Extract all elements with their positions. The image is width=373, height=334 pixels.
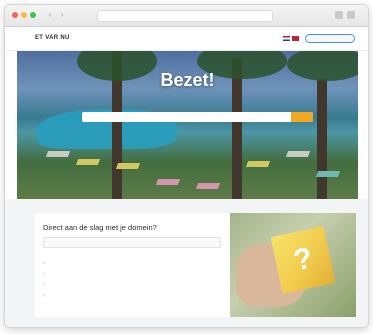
share-icon[interactable] bbox=[335, 11, 343, 19]
maximize-window-icon[interactable] bbox=[30, 12, 36, 18]
hero-banner: Bezet! bbox=[17, 51, 358, 199]
chevron-right-icon: › bbox=[43, 260, 45, 266]
help-photo: ? bbox=[230, 213, 356, 317]
faq-list: › › › › bbox=[43, 259, 223, 303]
flag-uk-icon[interactable] bbox=[292, 36, 299, 41]
faq-item[interactable]: › bbox=[43, 259, 223, 270]
tabs-icon[interactable] bbox=[347, 11, 355, 19]
help-section: Direct aan de slag met je domein? › › › … bbox=[5, 199, 368, 327]
site-header: ET VAR NU bbox=[5, 27, 368, 51]
browser-window: ‹ › ET VAR NU Bezet! Direct aan de slag … bbox=[4, 4, 369, 328]
faq-item[interactable]: › bbox=[43, 292, 223, 303]
minimize-window-icon[interactable] bbox=[21, 12, 27, 18]
forward-arrow-icon[interactable]: › bbox=[57, 10, 67, 20]
close-window-icon[interactable] bbox=[12, 12, 18, 18]
faq-item[interactable]: › bbox=[43, 281, 223, 292]
hero-title: Bezet! bbox=[160, 70, 215, 90]
domain-search-input[interactable] bbox=[82, 112, 292, 122]
browser-toolbar: ‹ › bbox=[5, 5, 368, 27]
flag-nl-icon[interactable] bbox=[283, 36, 290, 41]
site-logo[interactable]: ET VAR NU bbox=[35, 35, 70, 41]
chevron-right-icon: › bbox=[43, 282, 45, 288]
back-arrow-icon[interactable]: ‹ bbox=[45, 10, 55, 20]
login-button[interactable] bbox=[305, 34, 355, 43]
help-card: Direct aan de slag met je domein? › › › … bbox=[35, 213, 231, 317]
address-bar[interactable] bbox=[97, 10, 273, 22]
domain-search-form bbox=[82, 112, 313, 122]
question-search-input[interactable] bbox=[43, 237, 221, 248]
help-title: Direct aan de slag met je domein? bbox=[43, 223, 157, 232]
search-button[interactable] bbox=[291, 112, 313, 122]
chevron-right-icon: › bbox=[43, 271, 45, 277]
chevron-right-icon: › bbox=[43, 293, 45, 299]
faq-item[interactable]: › bbox=[43, 270, 223, 281]
